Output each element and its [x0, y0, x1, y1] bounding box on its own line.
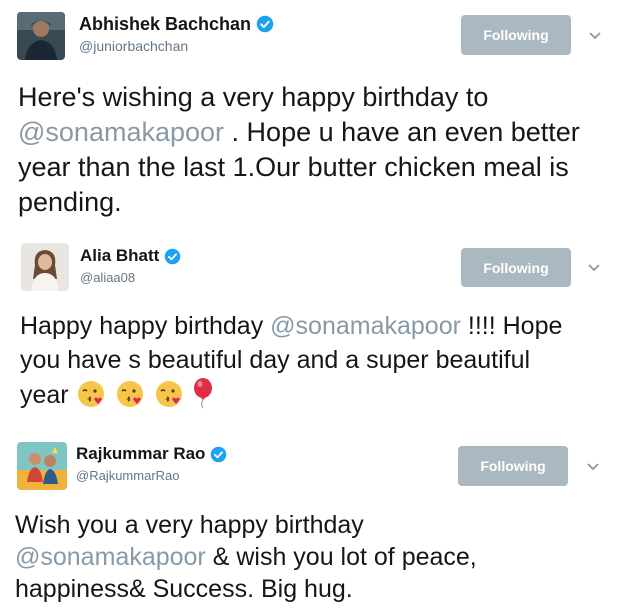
- person-photo-avatar-icon: [17, 442, 67, 490]
- person-photo-avatar-icon: [17, 12, 65, 60]
- tweet-card: Abhishek Bachchan @juniorbachchan Follow…: [0, 0, 625, 225]
- display-name[interactable]: Alia Bhatt: [80, 246, 159, 266]
- avatar[interactable]: [21, 243, 69, 291]
- tweet-card: Alia Bhatt @aliaa08 Following Happy happ…: [0, 225, 625, 425]
- tweet-text: Here's wishing a very happy birthday to …: [18, 80, 608, 220]
- tweet-text-before: Wish you a very happy birthday: [15, 511, 364, 539]
- display-name[interactable]: Rajkummar Rao: [76, 444, 205, 464]
- following-button[interactable]: Following: [458, 446, 568, 486]
- chevron-down-icon[interactable]: [586, 462, 600, 472]
- tweet-text-before: Happy happy birthday: [20, 312, 264, 340]
- user-handle[interactable]: @juniorbachchan: [79, 38, 188, 54]
- chevron-down-icon[interactable]: [588, 31, 602, 41]
- mention-link[interactable]: @sonamakapoor: [18, 117, 224, 147]
- author-name-row: Abhishek Bachchan: [79, 12, 274, 36]
- avatar[interactable]: [17, 442, 67, 490]
- following-button[interactable]: Following: [461, 15, 571, 55]
- verified-badge-icon: [211, 446, 227, 462]
- chevron-down-icon[interactable]: [587, 263, 601, 273]
- display-name[interactable]: Abhishek Bachchan: [79, 14, 251, 35]
- user-handle[interactable]: @aliaa08: [80, 270, 135, 285]
- balloon-icon: [194, 378, 213, 409]
- kissing-face-icon: [116, 381, 143, 407]
- mention-link[interactable]: @sonamakapoor: [270, 312, 461, 340]
- mention-link[interactable]: @sonamakapoor: [15, 543, 206, 571]
- author-name-row: Rajkummar Rao: [76, 442, 227, 466]
- tweet-card: Rajkummar Rao @RajkummarRao Following Wi…: [0, 425, 625, 614]
- tweet-text-before: Here's wishing a very happy birthday to: [18, 82, 489, 112]
- verified-badge-icon: [256, 15, 274, 33]
- kissing-face-icon: [77, 381, 104, 407]
- following-button[interactable]: Following: [461, 248, 571, 287]
- emoji-group: [76, 378, 217, 409]
- user-handle[interactable]: @RajkummarRao: [76, 468, 180, 483]
- person-photo-avatar-icon: [21, 243, 69, 291]
- avatar[interactable]: [17, 12, 65, 60]
- author-name-row: Alia Bhatt: [80, 244, 181, 268]
- kissing-face-icon: [155, 381, 182, 407]
- tweet-text: Happy happy birthday @sonamakapoor !!!! …: [20, 309, 580, 412]
- tweet-text: Wish you a very happy birthday @sonamaka…: [15, 509, 535, 605]
- verified-badge-icon: [165, 248, 181, 264]
